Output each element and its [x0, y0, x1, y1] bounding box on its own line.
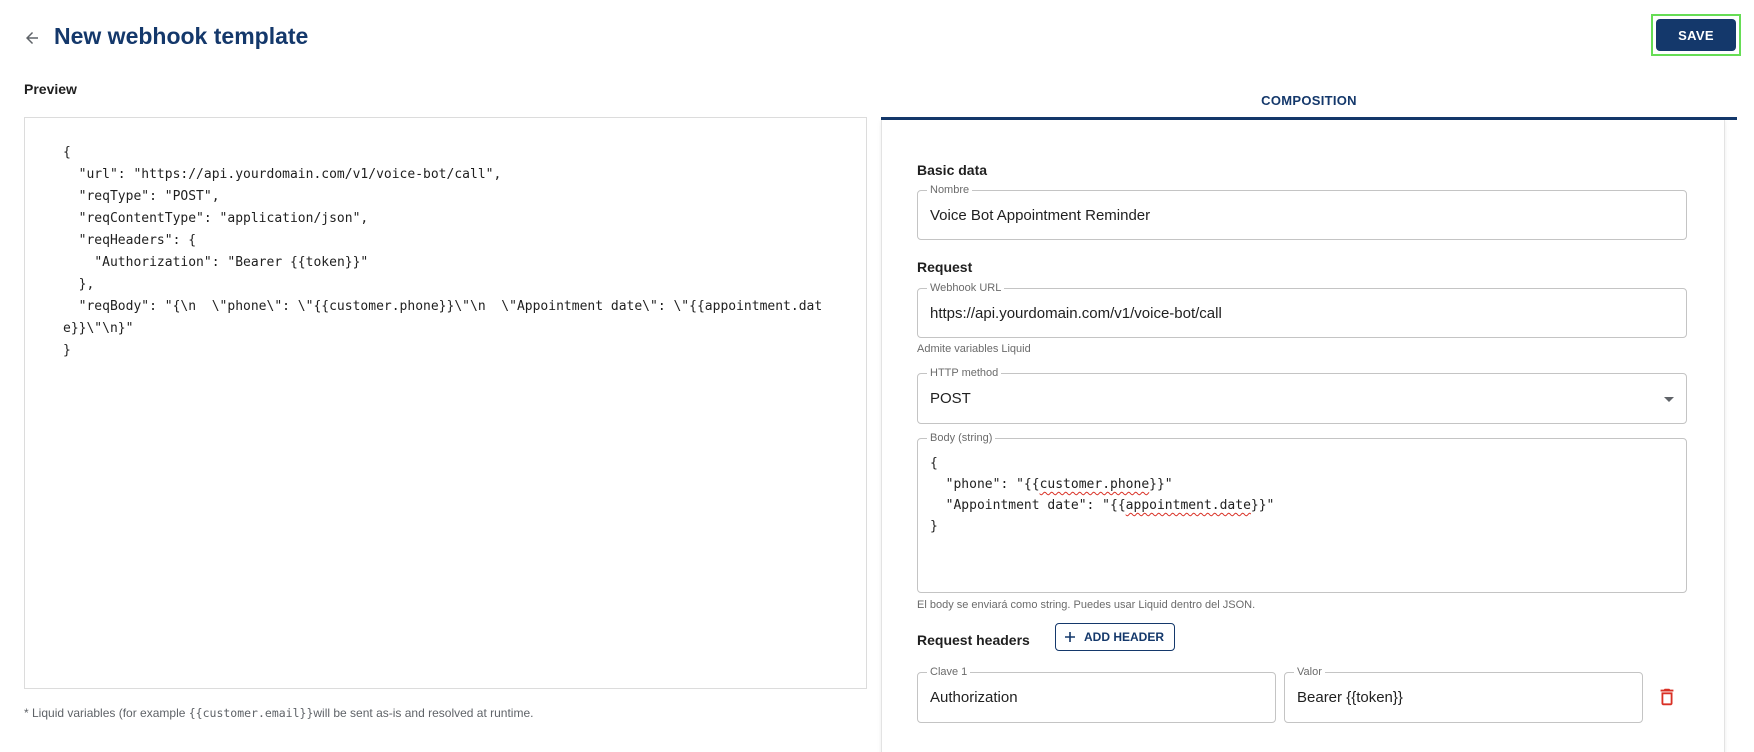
body-phone-var: customer.phone	[1039, 477, 1150, 492]
footnote-prefix: * Liquid variables (for example	[24, 706, 189, 720]
add-header-label: ADD HEADER	[1084, 630, 1165, 644]
chevron-down-icon	[1664, 396, 1674, 402]
body-date-var: appointment.date	[1125, 498, 1251, 513]
body-line-phone: "phone": "{{customer.phone}}"	[930, 477, 1173, 492]
back-button[interactable]	[20, 26, 44, 50]
webhook-url-field: Webhook URL	[917, 281, 1687, 338]
body-field[interactable]: Body (string) { "phone": "{{customer.pho…	[917, 431, 1687, 593]
body-field-label: Body (string)	[927, 431, 996, 445]
body-line-open: {	[930, 456, 938, 471]
page: New webhook template SAVE Preview { "url…	[0, 0, 1754, 752]
plus-icon	[1065, 632, 1075, 642]
trash-icon	[1660, 688, 1674, 706]
header-value-field: Valor	[1284, 665, 1643, 723]
body-phone-key: "phone": "{{	[930, 477, 1040, 492]
add-header-button[interactable]: ADD HEADER	[1055, 623, 1176, 651]
page-title: New webhook template	[54, 23, 309, 49]
header-key-field: Clave 1	[917, 665, 1276, 723]
tab-composition[interactable]: COMPOSITION	[881, 80, 1737, 120]
body-phone-end: }}"	[1149, 477, 1173, 492]
webhook-url-helper: Admite variables Liquid	[917, 343, 1031, 355]
save-button-focus-ring: SAVE	[1651, 14, 1741, 56]
body-textarea: { "phone": "{{customer.phone}}" "Appoint…	[930, 453, 1674, 537]
footnote-suffix: will be sent as-is and resolved at runti…	[313, 706, 534, 720]
body-date-key: "Appointment date": "{{	[930, 498, 1126, 513]
save-button[interactable]: SAVE	[1656, 19, 1736, 51]
preview-panel: { "url": "https://api.yourdomain.com/v1/…	[24, 117, 867, 689]
liquid-footnote: * Liquid variables (for example {{custom…	[24, 706, 533, 720]
body-date-end: }}"	[1250, 498, 1275, 513]
body-helper: El body se enviará como string. Puedes u…	[917, 599, 1256, 611]
name-input[interactable]	[918, 191, 1686, 239]
http-method-select[interactable]: HTTP method POST	[917, 366, 1687, 424]
webhook-url-input[interactable]	[918, 289, 1686, 337]
basic-data-title: Basic data	[917, 162, 988, 178]
name-field: Nombre	[917, 183, 1687, 240]
preview-label: Preview	[24, 81, 77, 97]
body-line-close: }	[930, 519, 938, 534]
header-value-input[interactable]	[1285, 673, 1642, 722]
delete-header-button[interactable]	[1656, 686, 1678, 708]
http-method-value: POST	[930, 390, 971, 407]
arrow-left-icon	[26, 32, 38, 44]
body-line-date: "Appointment date": "{{appointment.date}…	[930, 498, 1275, 513]
header-key-input[interactable]	[918, 673, 1275, 722]
request-headers-title: Request headers	[917, 632, 1030, 648]
preview-json: { "url": "https://api.yourdomain.com/v1/…	[63, 145, 823, 358]
request-title: Request	[917, 259, 973, 275]
footnote-code: {{customer.email}}	[188, 706, 314, 720]
